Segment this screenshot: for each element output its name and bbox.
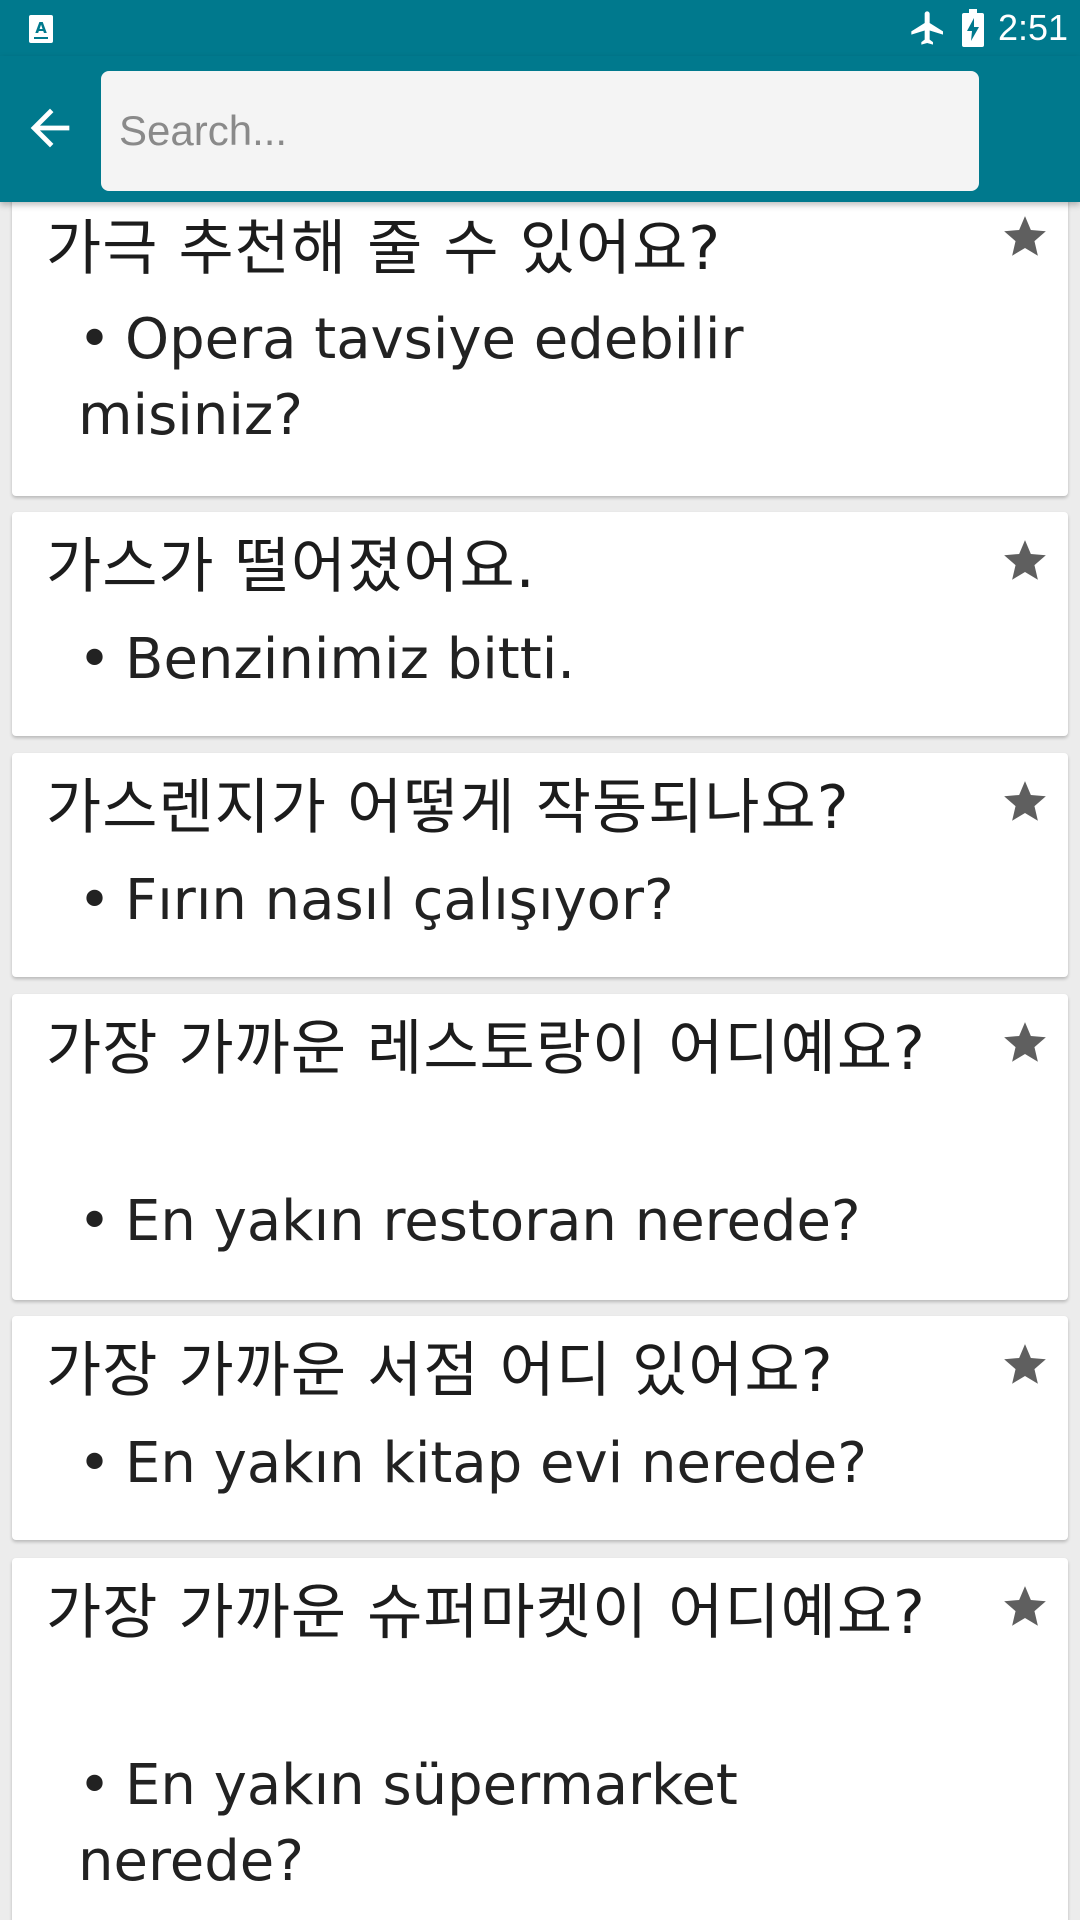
search-toolbar xyxy=(0,56,1080,202)
korean-phrase: 가장 가까운 레스토랑이 어디예요? xyxy=(46,1014,926,1084)
airplane-mode-icon xyxy=(911,11,943,45)
korean-phrase: 가장 가까운 슈퍼마켓이 어디예요? xyxy=(46,1578,926,1648)
translation-text: Fırın nasıl çalışıyor? xyxy=(125,868,674,933)
translation-text: En yakın kitap evi nerede? xyxy=(125,1431,867,1496)
phrase-card[interactable]: 가스가 떨어졌어요. • Benzinimiz bitti. xyxy=(12,512,1068,736)
korean-phrase: 가극 추천해 줄 수 있어요? xyxy=(46,214,722,284)
translation-text: En yakın restoran nerede? xyxy=(125,1189,861,1254)
translation: • En yakın süpermarket nerede? xyxy=(78,1748,978,1900)
translation: • En yakın kitap evi nerede? xyxy=(78,1426,978,1502)
status-bar: A 2:51 xyxy=(0,0,1080,56)
search-input[interactable] xyxy=(101,71,979,191)
battery-charging-icon xyxy=(962,9,984,47)
bullet: • xyxy=(78,1189,112,1254)
translation: • En yakın restoran nerede? xyxy=(78,1184,978,1260)
translation: • Benzinimiz bitti. xyxy=(78,622,978,698)
star-icon[interactable] xyxy=(1000,777,1050,827)
status-time: 2:51 xyxy=(998,7,1069,48)
phrase-card[interactable]: 가장 가까운 슈퍼마켓이 어디예요? • En yakın süpermarket… xyxy=(12,1558,1068,1920)
korean-phrase: 가스렌지가 어떻게 작동되나요? xyxy=(46,773,850,843)
star-icon[interactable] xyxy=(1000,212,1050,262)
translation: • Opera tavsiye edebilir misiniz? xyxy=(78,302,978,454)
svg-text:A: A xyxy=(35,19,47,37)
bullet: • xyxy=(78,1431,112,1496)
arrow-back-icon xyxy=(30,108,70,148)
bullet: • xyxy=(78,307,112,372)
phrase-card[interactable]: 가극 추천해 줄 수 있어요? • Opera tavsiye edebilir … xyxy=(12,202,1068,496)
star-icon[interactable] xyxy=(1000,536,1050,586)
phrase-card[interactable]: 가스렌지가 어떻게 작동되나요? • Fırın nasıl çalışıyor? xyxy=(12,753,1068,977)
star-icon[interactable] xyxy=(1000,1018,1050,1068)
phrase-card[interactable]: 가장 가까운 서점 어디 있어요? • En yakın kitap evi ne… xyxy=(12,1316,1068,1540)
search-box xyxy=(101,71,979,191)
translation-text: Opera tavsiye edebilir misiniz? xyxy=(78,307,744,448)
korean-phrase: 가장 가까운 서점 어디 있어요? xyxy=(46,1336,834,1406)
star-icon[interactable] xyxy=(1000,1340,1050,1390)
bullet: • xyxy=(78,627,112,692)
phrase-card[interactable]: 가장 가까운 레스토랑이 어디예요? • En yakın restoran ne… xyxy=(12,994,1068,1300)
back-button[interactable] xyxy=(14,92,86,164)
translation: • Fırın nasıl çalışıyor? xyxy=(78,863,978,939)
translation-text: En yakın süpermarket nerede? xyxy=(78,1753,738,1894)
translation-text: Benzinimiz bitti. xyxy=(125,627,576,692)
text-input-icon: A xyxy=(29,15,53,43)
korean-phrase: 가스가 떨어졌어요. xyxy=(46,532,536,602)
bullet: • xyxy=(78,1753,112,1818)
phrase-list: 가극 추천해 줄 수 있어요? • Opera tavsiye edebilir … xyxy=(0,202,1080,1920)
bullet: • xyxy=(78,868,112,933)
star-icon[interactable] xyxy=(1000,1582,1050,1632)
